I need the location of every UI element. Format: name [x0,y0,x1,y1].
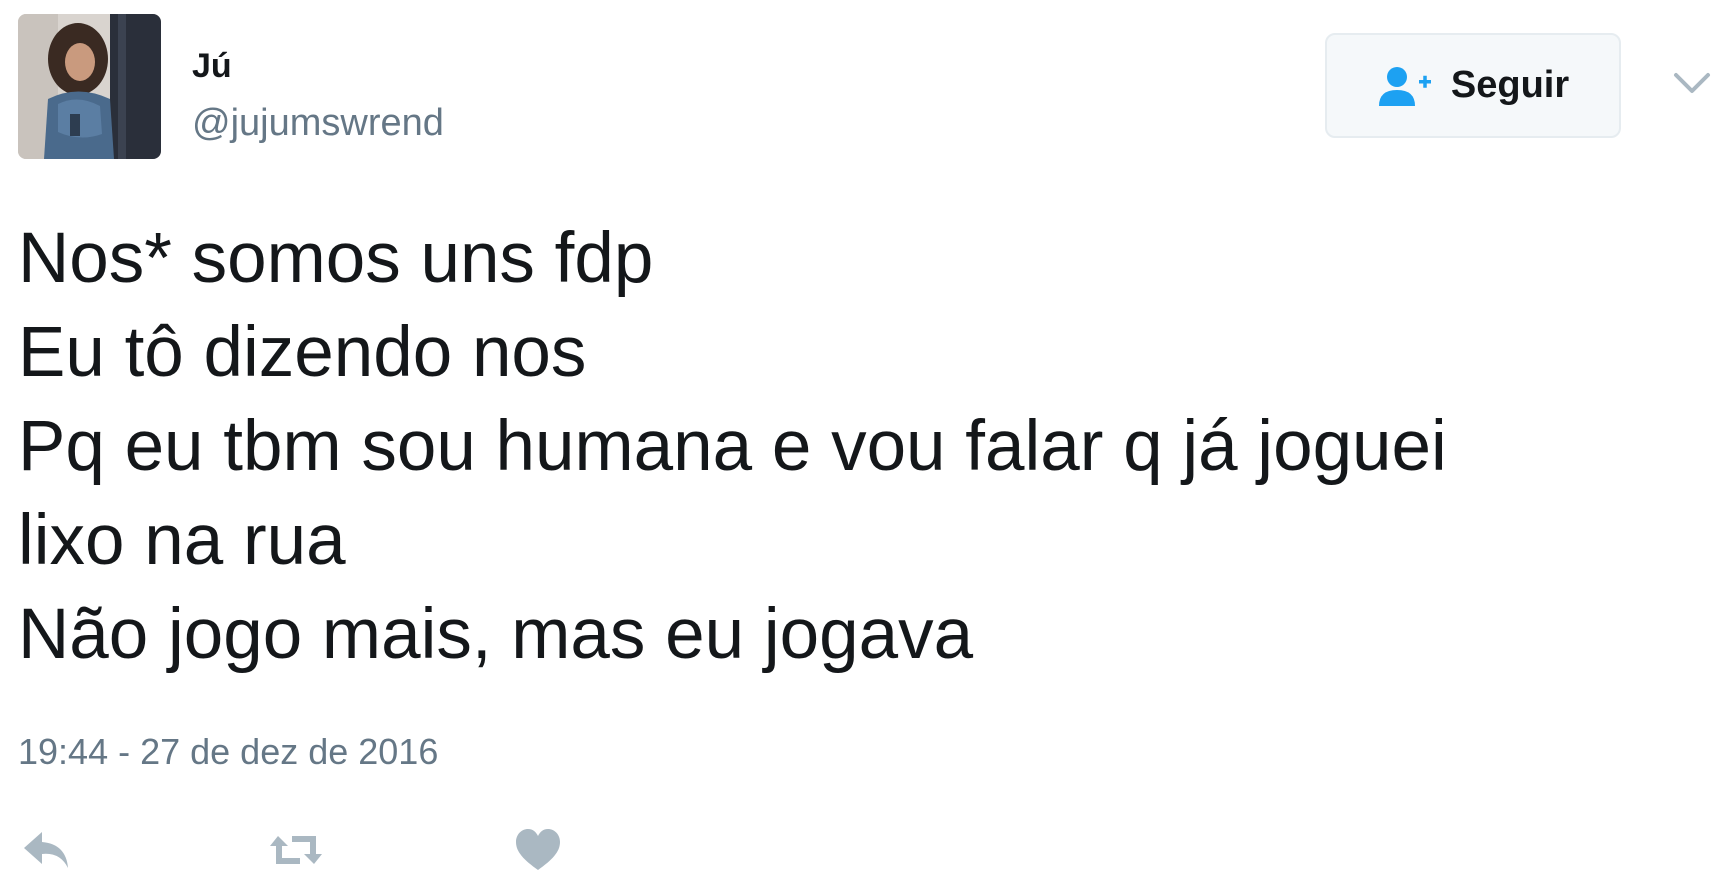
follow-button[interactable]: Seguir [1325,33,1621,138]
avatar[interactable] [18,14,161,159]
profile-photo [18,14,161,159]
follow-button-label: Seguir [1450,64,1570,106]
chevron-down-icon[interactable] [1672,70,1712,96]
tweet-text: Nos* somos uns fdp Eu tô dizendo nos Pq … [18,212,1698,682]
display-name[interactable]: Jú [192,46,232,86]
heart-icon[interactable] [514,826,562,874]
add-user-icon [1377,64,1433,108]
tweet-line: lixo na rua [18,501,346,580]
tweet-line: Eu tô dizendo nos [18,313,587,392]
tweet-line: Pq eu tbm sou humana e vou falar q já jo… [18,407,1447,486]
tweet-timestamp[interactable]: 19:44 - 27 de dez de 2016 [18,730,438,774]
user-handle[interactable]: @jujumswrend [192,100,444,146]
reply-icon[interactable] [20,826,72,874]
tweet-line: Não jogo mais, mas eu jogava [18,595,974,674]
tweet-line: Nos* somos uns fdp [18,219,654,298]
retweet-icon[interactable] [266,826,326,874]
